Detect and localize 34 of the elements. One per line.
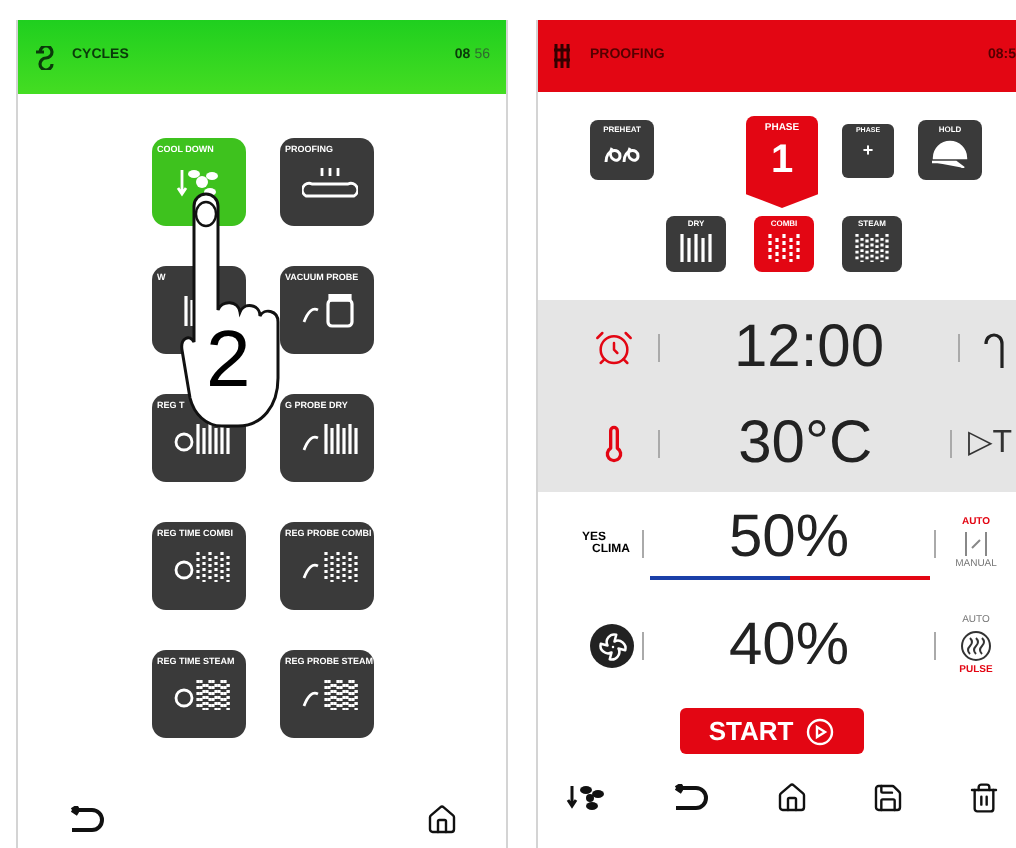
timer-bars-icon [173,421,229,455]
delta-t-toggle[interactable]: ▷T [968,420,1012,468]
jar-icon [301,293,357,327]
step-number: 2 [206,320,251,400]
home-icon[interactable] [426,804,458,836]
timer-steam-icon [173,677,229,711]
time-value[interactable]: 12:00 [660,318,958,378]
humidity-value[interactable]: 50% [728,508,850,568]
fan-speed-icon[interactable] [590,624,634,668]
play-icon [805,717,834,745]
probe-combi-icon [301,549,357,583]
slider-icon [964,532,988,556]
dotted-bars-icon [854,232,890,264]
alarm-clock-icon[interactable] [594,328,634,368]
bars-icon [678,232,714,264]
back-icon[interactable] [670,784,711,812]
fan-down-icon[interactable] [566,782,606,814]
steam-icon [960,630,992,662]
cycle-icon [34,45,58,69]
probe-icon[interactable] [984,328,1008,368]
fan-speed-value[interactable]: 40% [644,616,934,676]
rack-icon [554,44,570,68]
probe-bars-icon [301,421,357,455]
trash-icon[interactable] [968,782,1000,814]
dashed-bars-icon [766,232,802,264]
save-icon[interactable] [871,782,904,814]
back-icon[interactable] [66,806,106,834]
timer-combi-icon [173,549,229,583]
probe-steam-icon [301,677,357,711]
bread-icon [301,165,357,199]
cloche-icon [930,140,970,168]
start-button[interactable]: START [679,708,863,754]
home-icon[interactable] [775,782,807,814]
temperature-value[interactable]: 30°C [660,414,951,474]
